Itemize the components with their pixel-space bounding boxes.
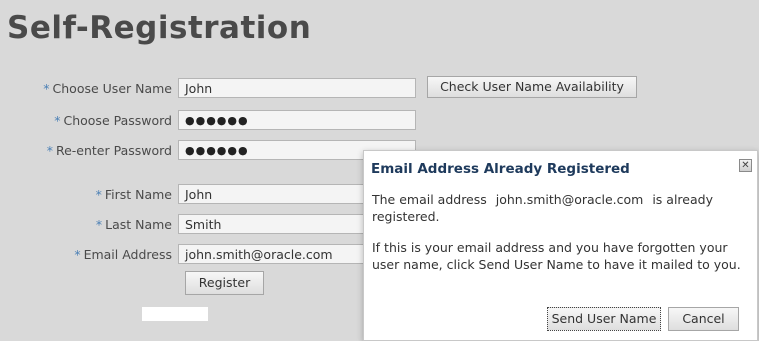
email-registered-dialog: Email Address Already Registered ✕ The e…: [363, 150, 758, 341]
first-name-row: * First Name John: [0, 184, 420, 206]
required-marker: *: [74, 247, 81, 262]
page-title: Self-Registration: [7, 10, 312, 46]
required-marker: *: [95, 187, 102, 202]
first-name-label: * First Name: [95, 187, 172, 202]
check-availability-button[interactable]: Check User Name Availability: [427, 76, 637, 98]
password-row: * Choose Password ●●●●●●: [0, 110, 420, 132]
dialog-message: The email address john.smith@oracle.com …: [372, 192, 713, 224]
username-input[interactable]: John: [178, 78, 416, 98]
username-label: * Choose User Name: [43, 81, 172, 96]
last-name-label: * Last Name: [95, 217, 172, 232]
required-marker: *: [43, 81, 50, 96]
password-label: * Choose Password: [54, 113, 172, 128]
close-icon[interactable]: ✕: [739, 159, 752, 172]
required-marker: *: [95, 217, 103, 232]
register-button[interactable]: Register: [185, 271, 264, 295]
dialog-message-2: If this is your email address and you ha…: [372, 240, 741, 272]
dialog-title: Email Address Already Registered: [371, 161, 630, 177]
last-name-row: * Last Name Smith: [0, 214, 420, 236]
username-row: * Choose User Name John: [0, 78, 420, 100]
required-marker: *: [46, 143, 53, 158]
cancel-button[interactable]: Cancel: [668, 307, 739, 331]
white-bar: [142, 307, 208, 321]
dialog-email: john.smith@oracle.com: [495, 192, 644, 207]
reenter-password-row: * Re-enter Password ●●●●●●: [0, 140, 420, 162]
email-row: * Email Address john.smith@oracle.com: [0, 244, 420, 266]
password-input[interactable]: ●●●●●●: [178, 110, 416, 130]
reenter-password-label: * Re-enter Password: [46, 143, 172, 158]
send-user-name-button[interactable]: Send User Name: [547, 307, 661, 331]
required-marker: *: [54, 113, 61, 128]
email-label: * Email Address: [74, 247, 172, 262]
